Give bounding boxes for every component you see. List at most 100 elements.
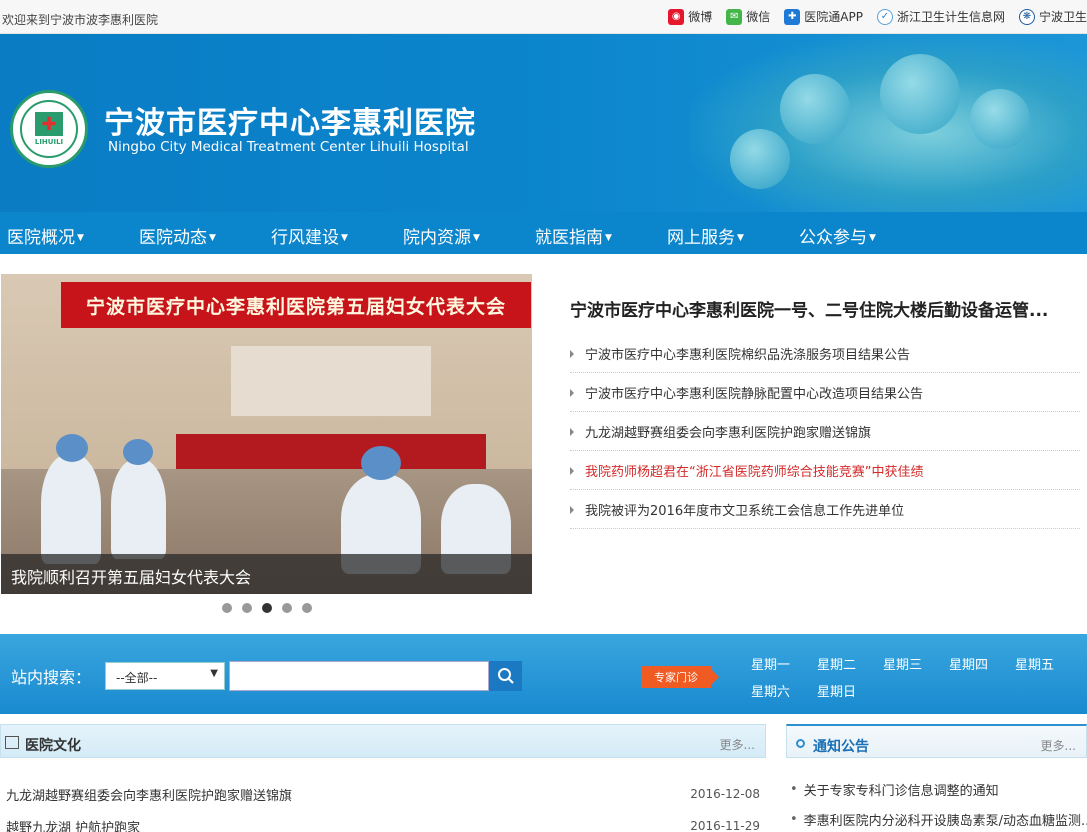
weibo-icon: ◉ [668,8,685,25]
weekday-link[interactable]: 星期五 [1015,654,1081,673]
caret-down-icon: ▼ [737,233,744,243]
culture-panel-header: 医院文化 更多... [0,724,766,758]
health-network-link[interactable]: ✓ 浙江卫生计生信息网 [876,8,1005,25]
health-network-icon: ✓ [876,8,893,25]
audience-figure [111,459,166,559]
search-input[interactable] [229,661,489,691]
ningbo-health-link[interactable]: ❋ 宁波卫生 [1018,8,1087,25]
caret-down-icon: ▼ [341,233,348,243]
surgeon-figure [780,74,850,144]
app-label: 医院通APP [804,10,863,24]
search-icon [497,668,514,684]
search-label: 站内搜索： [11,668,92,687]
nav-item-resources[interactable]: 院内资源 ▼ [396,212,528,254]
nav-label: 医院动态 [139,228,207,248]
news-item[interactable]: 九龙湖越野赛组委会向李惠利医院护跑家赠送锦旗 [570,412,1080,451]
nav-label: 院内资源 [403,228,471,248]
site-subtitle: Ningbo City Medical Treatment Center Lih… [108,139,469,155]
nav-item-overview[interactable]: 医院概况 ▼ [0,212,132,254]
news-slider[interactable]: 宁波市医疗中心李惠利医院第五届妇女代表大会 我院顺利召开第五届妇女代表大会 [1,274,532,594]
search-category-select[interactable]: --全部-- ▼ [105,662,225,690]
list-item[interactable]: 九龙湖越野赛组委会向李惠利医院护跑家赠送锦旗 2016-12-08 [0,778,766,810]
slide-table [176,434,486,470]
nav-item-news[interactable]: 医院动态 ▼ [132,212,264,254]
slider-dot[interactable] [222,603,232,613]
slide-caption[interactable]: 我院顺利召开第五届妇女代表大会 [1,554,532,594]
ningbo-health-icon: ❋ [1018,8,1035,25]
nurse-cap [123,439,153,465]
list-item-title: 九龙湖越野赛组委会向李惠利医院护跑家赠送锦旗 [6,788,293,804]
news-item-highlight[interactable]: 我院药师杨超君在“浙江省医院药师综合技能竞赛”中获佳绩 [570,451,1080,490]
slider-dot-active[interactable] [262,603,272,613]
weixin-link[interactable]: ✉ 微信 [726,8,770,25]
culture-list: 九龙湖越野赛组委会向李惠利医院护跑家赠送锦旗 2016-12-08 越野九龙湖 … [0,778,766,832]
notice-item[interactable]: • 关于专家专科门诊信息调整的通知 [786,774,1087,804]
weekday-link[interactable]: 星期四 [949,654,1015,673]
site-title: 宁波市医疗中心李惠利医院 [104,106,476,141]
audience-figure [41,454,101,564]
weekday-link[interactable]: 星期日 [817,681,883,700]
notice-more-link[interactable]: 更多... [1041,737,1076,754]
nav-item-public[interactable]: 公众参与 ▼ [792,212,924,254]
list-item[interactable]: 越野九龙湖 护航护跑家 2016-11-29 [0,810,766,832]
dropdown-arrow-icon: ▼ [210,668,218,679]
main-nav: 医院概况 ▼ 医院动态 ▼ 行风建设 ▼ 院内资源 ▼ 就医指南 ▼ 网上服务 ▼ 公众参与… [0,212,1087,254]
caret-down-icon: ▼ [605,233,612,243]
app-link[interactable]: ✚ 医院通APP [784,8,863,25]
slider-dot[interactable] [242,603,252,613]
caret-down-icon: ▼ [77,233,84,243]
weekday-links: 星期一 星期二 星期三 星期四 星期五 星期六 星期日 [751,654,1081,700]
list-item-date: 2016-11-29 [690,819,760,832]
news-item[interactable]: 宁波市医疗中心李惠利医院静脉配置中心改造项目结果公告 [570,373,1080,412]
site-header: ✚ LIHUILI 宁波市医疗中心李惠利医院 Ningbo City Medic… [0,34,1087,212]
health-network-label: 浙江卫生计生信息网 [896,10,1005,24]
ningbo-health-label: 宁波卫生 [1038,10,1087,24]
weixin-label: 微信 [746,10,771,24]
headline-news[interactable]: 宁波市医疗中心李惠利医院一号、二号住院大楼后勤设备运管... [570,296,1080,321]
logo-emblem: ✚ LIHUILI [20,100,78,158]
slider-dot[interactable] [282,603,292,613]
surgeon-figure [880,54,960,134]
bullet-icon: • [790,781,798,797]
surgeon-figure [730,129,790,189]
search-button[interactable] [489,661,522,691]
notice-item[interactable]: • 李惠利医院内分泌科开设胰岛素泵/动态血糖监测... [786,804,1087,832]
nurse-cap [56,434,88,462]
weekday-link[interactable]: 星期六 [751,681,817,700]
weekday-link[interactable]: 星期三 [883,654,949,673]
weekday-link[interactable]: 星期一 [751,654,817,673]
nav-label: 公众参与 [799,228,867,248]
notice-item-text: 李惠利医院内分泌科开设胰岛素泵/动态血糖监测... [803,813,1087,829]
culture-more-link[interactable]: 更多... [720,736,755,753]
slider-dot[interactable] [302,603,312,613]
weibo-label: 微博 [688,10,713,24]
top-links: ◉ 微博 ✉ 微信 ✚ 医院通APP ✓ 浙江卫生计生信息网 ❋ 宁波卫生 [654,8,1087,25]
list-item-date: 2016-12-08 [690,787,760,801]
news-item[interactable]: 我院被评为2016年度市文卫系统工会信息工作先进单位 [570,490,1080,529]
slider-dots [222,603,312,613]
surgeon-figure [970,89,1030,149]
nav-item-ethics[interactable]: 行风建设 ▼ [264,212,396,254]
nav-item-guide[interactable]: 就医指南 ▼ [528,212,660,254]
app-icon: ✚ [784,8,801,25]
weibo-link[interactable]: ◉ 微博 [668,8,712,25]
welcome-text: 欢迎来到宁波市波李惠利医院 [2,13,159,27]
weekday-link[interactable]: 星期二 [817,654,883,673]
notice-item-text: 关于专家专科门诊信息调整的通知 [803,783,999,799]
list-item-title: 越野九龙湖 护航护跑家 [6,820,141,832]
nav-label: 医院概况 [7,228,75,248]
nav-item-online[interactable]: 网上服务 ▼ [660,212,792,254]
nav-label: 行风建设 [271,228,339,248]
culture-title: 医院文化 [25,738,81,754]
expert-clinic-tag[interactable]: 专家门诊 [641,666,719,688]
red-cross-icon: ✚ [35,112,63,136]
culture-panel: 医院文化 更多... 九龙湖越野赛组委会向李惠利医院护跑家赠送锦旗 2016-1… [0,724,766,832]
slide-stage-board [231,346,431,416]
logo-text: LIHUILI [34,138,64,146]
bullet-icon: • [790,811,798,827]
list-icon [5,736,19,749]
circle-bullet-icon [796,739,805,748]
hospital-logo[interactable]: ✚ LIHUILI [10,90,88,168]
notice-panel: 通知公告 更多... • 关于专家专科门诊信息调整的通知 • 李惠利医院内分泌科… [786,724,1087,832]
news-item[interactable]: 宁波市医疗中心李惠利医院棉织品洗涤服务项目结果公告 [570,334,1080,373]
